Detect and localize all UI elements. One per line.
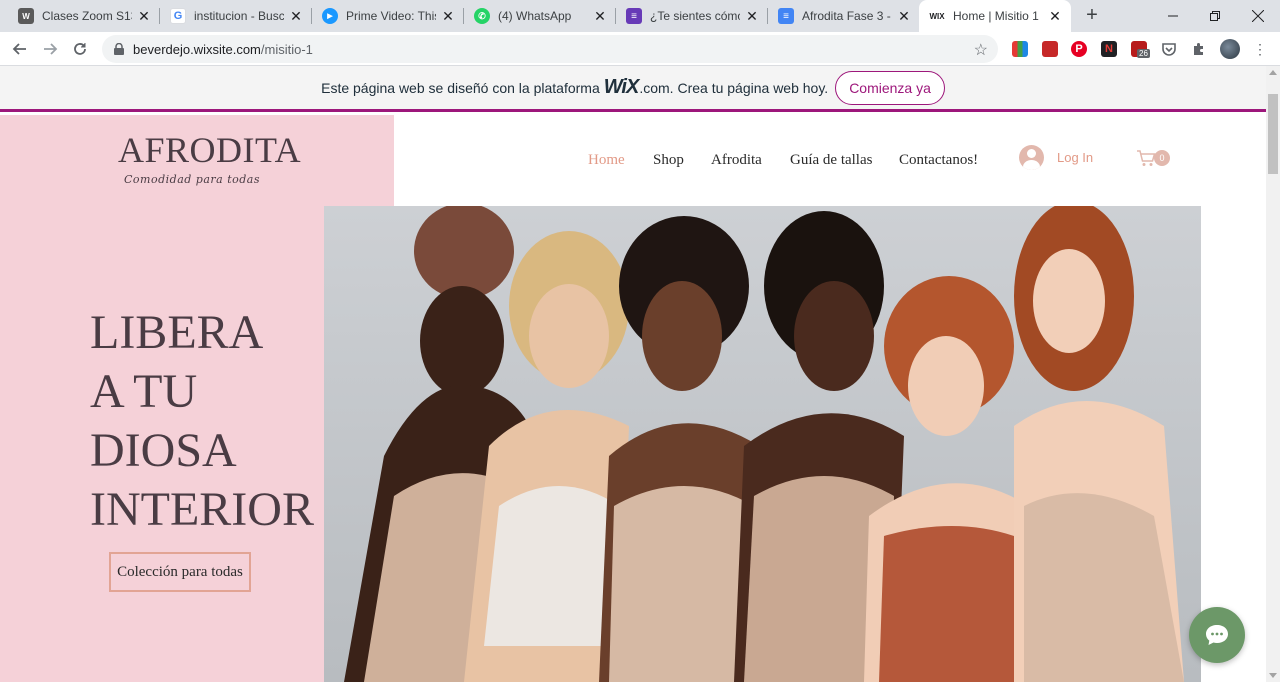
chat-bubble-icon — [1206, 625, 1228, 645]
site-page: AFRODITA Comodidad para todas Home Shop … — [0, 115, 1266, 682]
hero-photo — [324, 206, 1201, 682]
reload-button[interactable] — [68, 37, 92, 61]
wix-icon: W — [18, 8, 34, 24]
close-window-button[interactable] — [1235, 0, 1280, 32]
url-path: /misitio-1 — [260, 41, 313, 57]
wix-banner-text: Este página web se diseñó con la platafo… — [321, 79, 600, 96]
close-icon[interactable]: ✕ — [592, 8, 608, 24]
wix-icon: WIX — [929, 8, 945, 24]
tab-strip: W Clases Zoom S13 ✕ G institucion - Busc… — [0, 0, 1280, 32]
back-button[interactable] — [8, 37, 32, 61]
close-icon[interactable]: ✕ — [440, 8, 456, 24]
site-logo[interactable]: AFRODITA — [118, 129, 301, 171]
tab-title: Afrodita Fase 3 - D — [802, 9, 892, 23]
headwrap-shape — [414, 206, 514, 299]
cart-icon — [1137, 150, 1156, 166]
chat-button[interactable] — [1189, 607, 1245, 663]
new-tab-button[interactable]: + — [1080, 4, 1104, 28]
wix-ad-banner: Este página web se diseñó con la platafo… — [0, 66, 1266, 112]
pocket-icon[interactable] — [1161, 41, 1177, 57]
site-tagline: Comodidad para todas — [124, 173, 260, 186]
close-icon[interactable]: ✕ — [136, 8, 152, 24]
minimize-icon — [1168, 15, 1178, 17]
tab-whatsapp[interactable]: ✆ (4) WhatsApp ✕ — [464, 0, 616, 32]
tab-clases-zoom[interactable]: W Clases Zoom S13 ✕ — [8, 0, 160, 32]
forms-icon: ≡ — [626, 8, 642, 24]
nav-contactanos[interactable]: Contactanos! — [899, 152, 978, 169]
comienza-ya-button[interactable]: Comienza ya — [835, 70, 945, 105]
nav-shop[interactable]: Shop — [653, 152, 684, 169]
tab-institucion[interactable]: G institucion - Busca ✕ — [160, 0, 312, 32]
scroll-thumb[interactable] — [1268, 94, 1278, 174]
user-icon — [1019, 145, 1044, 170]
arrow-left-icon — [12, 43, 26, 55]
login-label: Log In — [1057, 150, 1094, 165]
close-icon[interactable]: ✕ — [1047, 8, 1063, 24]
nav-guia-de-tallas[interactable]: Guía de tallas — [790, 152, 872, 169]
profile-avatar[interactable] — [1220, 39, 1240, 59]
address-bar[interactable]: beverdejo.wixsite.com/misitio-1 ☆ — [102, 35, 998, 63]
coleccion-button[interactable]: Colección para todas — [109, 552, 251, 592]
url-host: beverdejo.wixsite.com — [133, 41, 261, 57]
menu-icon[interactable]: ⋮ — [1252, 41, 1268, 57]
tab-prime-video[interactable]: ▶ Prime Video: This I ✕ — [312, 0, 464, 32]
tab-forms[interactable]: ≡ ¿Te sientes cómod ✕ — [616, 0, 768, 32]
cart-button[interactable]: 0 — [1136, 149, 1170, 167]
whatsapp-icon: ✆ — [474, 8, 490, 24]
hero-headline: LIBERA A TU DIOSA INTERIOR — [90, 303, 314, 539]
arrow-right-icon — [44, 43, 58, 55]
tab-title: Home | Misitio 1 — [953, 9, 1039, 23]
tab-afrodita-doc[interactable]: ≡ Afrodita Fase 3 - D ✕ — [768, 0, 920, 32]
cart-count-badge: 0 — [1154, 150, 1170, 166]
wix-logo: WiX — [603, 76, 640, 98]
tab-title: (4) WhatsApp — [498, 9, 572, 23]
restore-button[interactable] — [1192, 0, 1238, 32]
puzzle-icon[interactable] — [1191, 41, 1207, 57]
extension-badge: 26 — [1137, 49, 1150, 58]
nav-home[interactable]: Home — [588, 152, 625, 169]
minimize-button[interactable] — [1150, 0, 1196, 32]
google-icon: G — [170, 8, 186, 24]
headline-line: INTERIOR — [90, 483, 314, 536]
restore-icon — [1210, 11, 1220, 21]
reload-icon — [74, 43, 86, 55]
bookmark-star-icon[interactable]: ☆ — [974, 40, 988, 60]
lock-icon — [114, 43, 124, 55]
close-icon[interactable]: ✕ — [896, 8, 912, 24]
page-scrollbar[interactable] — [1266, 66, 1280, 682]
extension-color-icon[interactable] — [1012, 41, 1028, 57]
headline-line: DIOSA — [90, 424, 237, 477]
tab-title: Clases Zoom S13 — [42, 9, 132, 23]
forward-button[interactable] — [38, 37, 62, 61]
headline-line: A TU — [90, 365, 198, 418]
docs-icon: ≡ — [778, 8, 794, 24]
close-icon[interactable]: ✕ — [288, 8, 304, 24]
tab-title: institucion - Busca — [194, 9, 284, 23]
scroll-down-arrow[interactable] — [1269, 673, 1277, 678]
prime-video-icon: ▶ — [322, 8, 338, 24]
extension-badge-icon[interactable]: 26 — [1131, 41, 1150, 58]
extension-dark-icon[interactable]: N — [1101, 41, 1117, 57]
nav-afrodita[interactable]: Afrodita — [711, 152, 762, 169]
close-icon — [1252, 10, 1264, 22]
scroll-up-arrow[interactable] — [1269, 70, 1277, 75]
close-icon[interactable]: ✕ — [744, 8, 760, 24]
extension-red-icon[interactable] — [1042, 41, 1058, 57]
headline-line: LIBERA — [90, 306, 264, 359]
login-button[interactable]: Log In — [1019, 145, 1093, 170]
tab-title: Prime Video: This I — [346, 9, 436, 23]
browser-toolbar: beverdejo.wixsite.com/misitio-1 ☆ P N 26… — [0, 32, 1280, 66]
tab-title: ¿Te sientes cómod — [650, 9, 740, 23]
tab-home-misitio[interactable]: WIX Home | Misitio 1 ✕ — [919, 0, 1071, 32]
pinterest-icon[interactable]: P — [1071, 41, 1087, 57]
hero-photo-illustration — [344, 206, 1184, 682]
wix-banner-text-end: .com. Crea tu página web hoy. — [639, 79, 829, 96]
